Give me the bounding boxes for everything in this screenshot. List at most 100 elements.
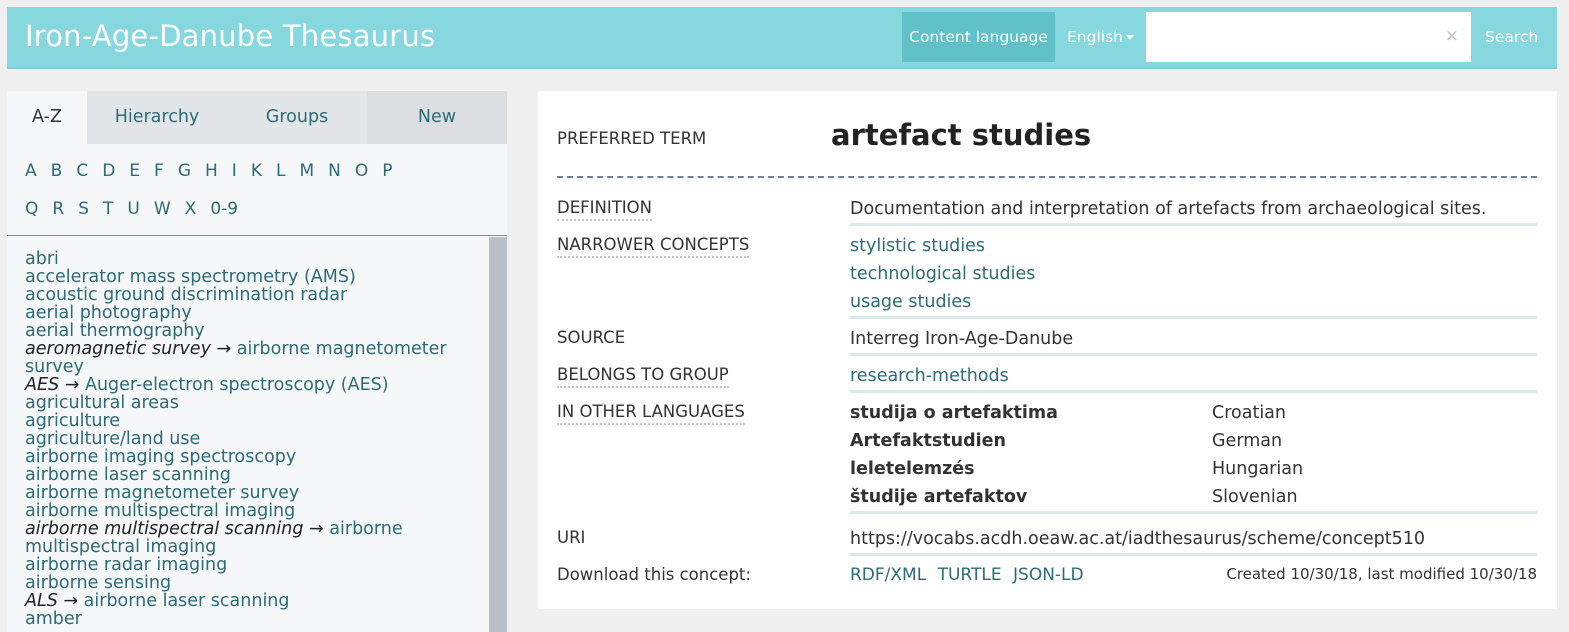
list-item: accelerator mass spectrometry (AMS) xyxy=(25,268,489,286)
letter-link[interactable]: K xyxy=(251,152,262,190)
language-row: Artefaktstudien German xyxy=(850,427,1537,455)
term-link[interactable]: airborne sensing xyxy=(25,573,171,593)
term-link[interactable]: airborne laser scanning xyxy=(84,591,290,611)
concept-panel: PREFERRED TERM artefact studies DEFINITI… xyxy=(538,91,1557,609)
group-label: BELONGS TO GROUP xyxy=(557,365,729,388)
list-item: aerial photography xyxy=(25,304,489,322)
letter-link[interactable]: D xyxy=(102,152,115,190)
letter-link[interactable]: A xyxy=(25,152,37,190)
list-item: aeromagnetic survey → airborne magnetome… xyxy=(25,340,489,376)
term-link[interactable]: aerial thermography xyxy=(25,321,205,341)
list-item: aerial thermography xyxy=(25,322,489,340)
narrower-link[interactable]: stylistic studies xyxy=(850,232,1537,260)
header-bar: Iron-Age-Danube Thesaurus Content langua… xyxy=(7,7,1557,69)
letter-link[interactable]: X xyxy=(185,190,197,228)
term-link[interactable]: acoustic ground discrimination radar xyxy=(25,285,347,305)
divider xyxy=(557,176,1537,178)
group-link[interactable]: research-methods xyxy=(850,362,1537,390)
download-turtle-link[interactable]: TURTLE xyxy=(938,565,1002,585)
definition-value: Documentation and interpretation of arte… xyxy=(850,195,1537,226)
language-row: leletelemzés Hungarian xyxy=(850,455,1537,483)
caret-down-icon xyxy=(1125,35,1134,40)
letter-link[interactable]: F xyxy=(154,152,164,190)
language-selected: English xyxy=(1067,28,1123,46)
list-item: abri xyxy=(25,250,489,268)
language-row: študije artefaktov Slovenian xyxy=(850,483,1537,511)
letter-link[interactable]: Q xyxy=(25,190,38,228)
download-json-ld-link[interactable]: JSON-LD xyxy=(1013,565,1084,585)
letter-link[interactable]: C xyxy=(76,152,88,190)
arrow-right-icon: → xyxy=(64,375,80,395)
translated-term: študije artefaktov xyxy=(850,487,1028,507)
term-link[interactable]: agriculture/land use xyxy=(25,429,200,449)
list-item: amber xyxy=(25,610,489,628)
content-language-label: Content language xyxy=(902,12,1055,62)
letter-link[interactable]: M xyxy=(299,152,314,190)
term-link[interactable]: airborne multispectral imaging xyxy=(25,501,295,521)
tab-a-z[interactable]: A-Z xyxy=(7,91,87,144)
narrower-link[interactable]: technological studies xyxy=(850,260,1537,288)
site-title[interactable]: Iron-Age-Danube Thesaurus xyxy=(25,19,435,53)
letter-link[interactable]: B xyxy=(51,152,63,190)
term-link[interactable]: airborne imaging spectroscopy xyxy=(25,447,296,467)
list-item: agricultural areas xyxy=(25,394,489,412)
letter-link[interactable]: 0-9 xyxy=(210,190,238,228)
clear-icon[interactable]: × xyxy=(1445,26,1459,46)
term-link[interactable]: aerial photography xyxy=(25,303,192,323)
search-button[interactable]: Search xyxy=(1485,12,1538,62)
list-item: agriculture xyxy=(25,412,489,430)
language-name: Slovenian xyxy=(1212,487,1298,507)
tab-new[interactable]: New xyxy=(367,91,507,144)
source-text: Interreg Iron-Age-Danube xyxy=(850,329,1074,349)
uri-label: URI xyxy=(557,528,586,547)
language-name: German xyxy=(1212,431,1283,451)
term-link[interactable]: airborne radar imaging xyxy=(25,555,227,575)
letter-link[interactable]: W xyxy=(154,190,171,228)
created-modified-info: Created 10/30/18, last modified 10/30/18 xyxy=(1226,565,1537,583)
sidebar: A-Z Hierarchy Groups New ABCDEFGHIKLMNOP… xyxy=(7,91,507,632)
translated-term: studija o artefaktima xyxy=(850,403,1058,423)
term-link[interactable]: airborne laser scanning xyxy=(25,465,231,485)
term-link[interactable]: agriculture xyxy=(25,411,120,431)
letter-link[interactable]: N xyxy=(328,152,341,190)
term-link[interactable]: agricultural areas xyxy=(25,393,179,413)
scrollbar[interactable] xyxy=(489,237,507,632)
download-label: Download this concept: xyxy=(557,565,751,584)
narrower-link[interactable]: usage studies xyxy=(850,288,1537,316)
term-link[interactable]: amber xyxy=(25,609,82,629)
arrow-right-icon: → xyxy=(216,339,232,359)
letter-link[interactable]: H xyxy=(205,152,218,190)
narrower-values: stylistic studies technological studies … xyxy=(850,232,1537,319)
letter-link[interactable]: I xyxy=(232,152,237,190)
sidebar-tabs: A-Z Hierarchy Groups New xyxy=(7,91,507,144)
source-value: Interreg Iron-Age-Danube xyxy=(850,325,1537,356)
search-input[interactable] xyxy=(1146,12,1436,62)
list-item: airborne sensing xyxy=(25,574,489,592)
term-link[interactable]: Auger-electron spectroscopy (AES) xyxy=(85,375,389,395)
language-name: Croatian xyxy=(1212,403,1286,423)
uri-text[interactable]: https://vocabs.acdh.oeaw.ac.at/iadthesau… xyxy=(850,525,1537,553)
letter-link[interactable]: S xyxy=(78,190,89,228)
list-item: AES → Auger-electron spectroscopy (AES) xyxy=(25,376,489,394)
download-rdf-xml-link[interactable]: RDF/XML xyxy=(850,565,926,585)
term-link[interactable]: accelerator mass spectrometry (AMS) xyxy=(25,267,356,287)
letter-link[interactable]: L xyxy=(276,152,285,190)
language-dropdown[interactable]: English xyxy=(1067,12,1134,62)
letter-link[interactable]: U xyxy=(127,190,139,228)
definition-text: Documentation and interpretation of arte… xyxy=(850,199,1487,219)
translated-term: Artefaktstudien xyxy=(850,431,1006,451)
uri-value: https://vocabs.acdh.oeaw.ac.at/iadthesau… xyxy=(850,525,1537,556)
letter-link[interactable]: R xyxy=(52,190,64,228)
letter-link[interactable]: G xyxy=(178,152,191,190)
list-item: airborne laser scanning xyxy=(25,466,489,484)
letter-link[interactable]: E xyxy=(129,152,140,190)
term-link[interactable]: abri xyxy=(25,249,59,269)
letter-link[interactable]: P xyxy=(382,152,392,190)
list-item: agriculture/land use xyxy=(25,430,489,448)
letter-link[interactable]: T xyxy=(103,190,113,228)
letter-link[interactable]: O xyxy=(355,152,368,190)
term-link[interactable]: airborne magnetometer survey xyxy=(25,483,299,503)
tab-hierarchy[interactable]: Hierarchy xyxy=(87,91,227,144)
tab-groups[interactable]: Groups xyxy=(227,91,367,144)
narrower-label: NARROWER CONCEPTS xyxy=(557,235,750,258)
